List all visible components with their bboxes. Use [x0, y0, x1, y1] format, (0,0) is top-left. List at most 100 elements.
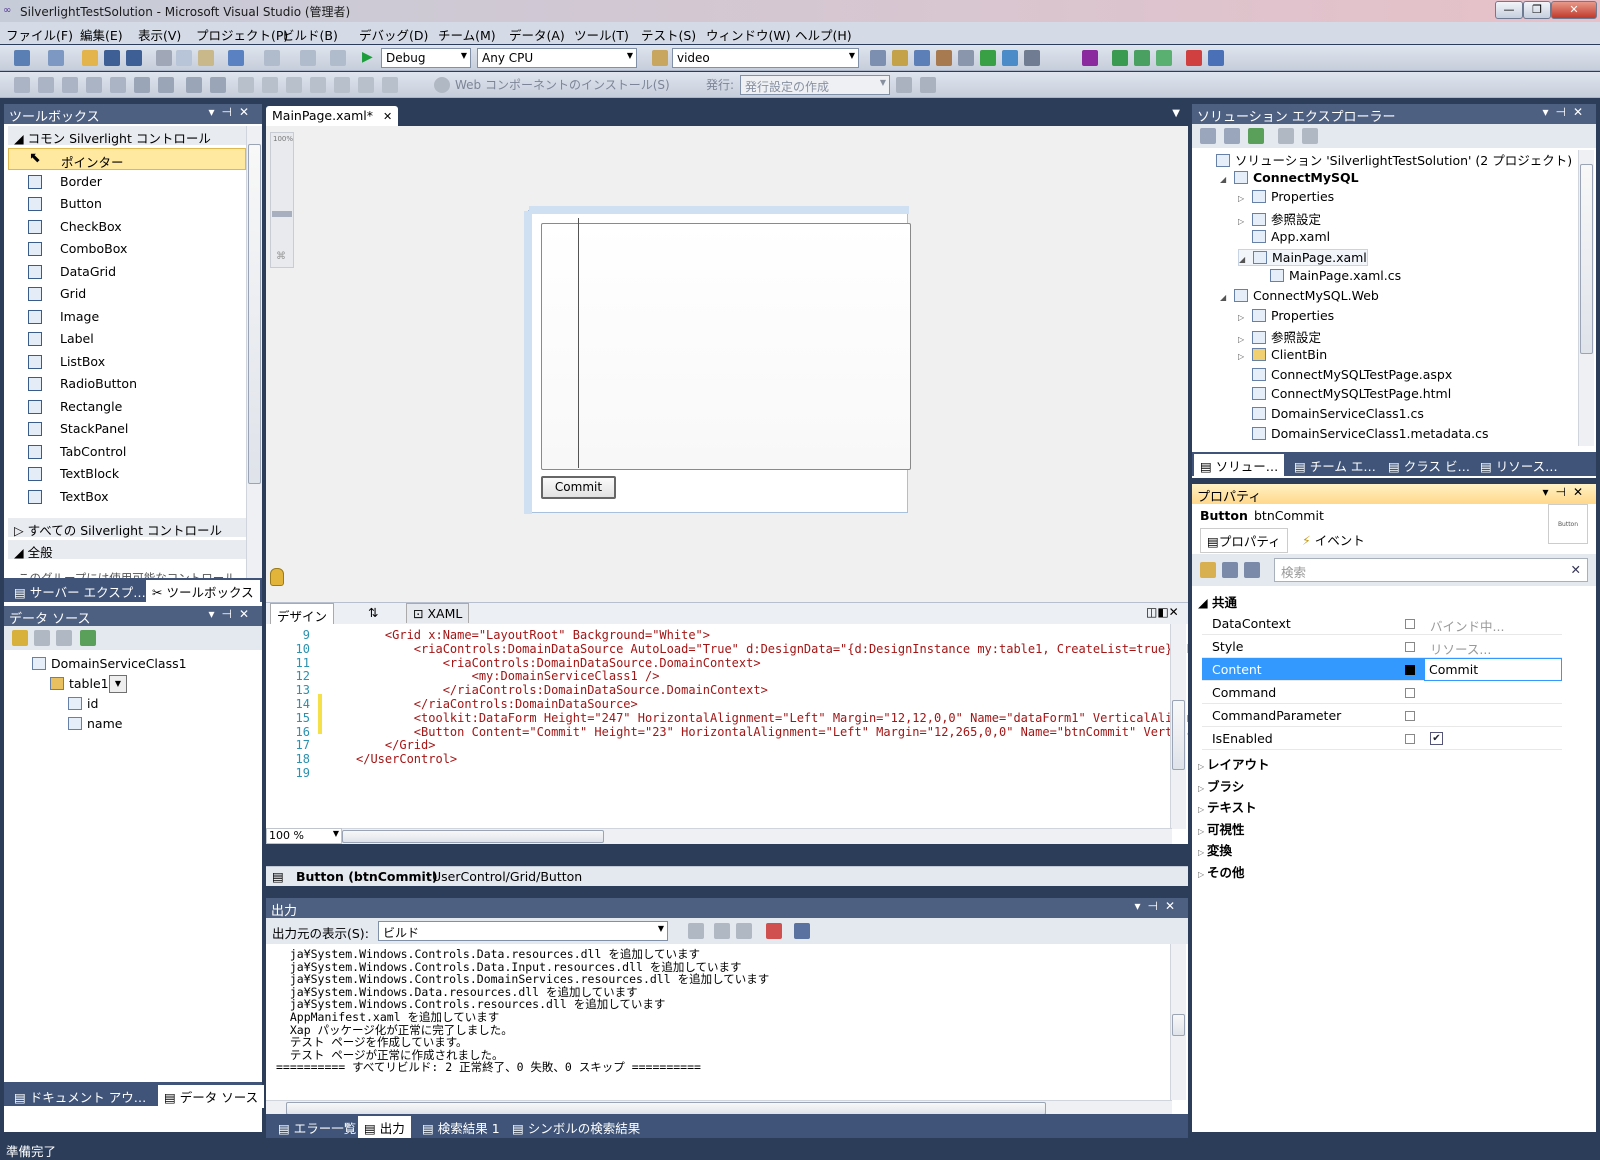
code-line[interactable]: 19 — [266, 766, 356, 780]
publish-icon[interactable] — [896, 77, 912, 93]
breadcrumb-path[interactable]: UserControl/Grid/Button — [432, 869, 582, 884]
solution-bottom-tab[interactable]: ▤ リソース… — [1474, 454, 1564, 477]
align-center-icon[interactable] — [38, 77, 54, 93]
tab-properties[interactable]: ▤プロパティ — [1200, 528, 1288, 553]
solution-tree-node[interactable]: ▷ 参照設定 — [1238, 209, 1321, 228]
solution-scrollbar[interactable] — [1578, 150, 1594, 446]
toolbox-item[interactable]: CheckBox — [8, 216, 246, 238]
code-line[interactable]: 10 <riaControls:DomainDataSource AutoLoa… — [266, 642, 1188, 656]
build-all-icon[interactable] — [1156, 50, 1172, 66]
font-size-icon[interactable] — [86, 77, 102, 93]
comment-icon[interactable] — [238, 77, 254, 93]
property-category[interactable]: ▷ テキスト — [1198, 797, 1257, 816]
toolbox-item[interactable]: TextBox — [8, 486, 246, 508]
dotfuscator-icon[interactable] — [1082, 50, 1098, 66]
output-tab[interactable]: ▤ エラー一覧 — [272, 1116, 362, 1139]
menu-item[interactable]: ヘルプ(H) — [795, 25, 852, 44]
output-tab[interactable]: ▤ シンボルの検索結果 — [506, 1116, 646, 1139]
new-project-icon[interactable] — [14, 50, 30, 66]
expander-icon[interactable]: ▷ — [1238, 194, 1252, 203]
configure-icon[interactable] — [56, 630, 72, 646]
start-page-icon[interactable] — [980, 50, 996, 66]
solution-tree-node[interactable]: ◢ ConnectMySQL — [1220, 170, 1359, 185]
code-line[interactable]: 11 <riaControls:DomainDataSource.DomainC… — [266, 656, 761, 670]
property-row[interactable]: IsEnabled ✔ — [1202, 727, 1562, 750]
solution-bottom-tab[interactable]: ▤ クラス ビ… — [1382, 454, 1476, 477]
properties-window-icon[interactable] — [892, 50, 908, 66]
command-window-icon[interactable] — [1024, 50, 1040, 66]
close-button[interactable]: ✕ — [1551, 1, 1597, 19]
cut-icon[interactable] — [156, 50, 172, 66]
dataform-control[interactable] — [541, 218, 911, 470]
advanced-property-icon[interactable] — [1405, 619, 1415, 629]
property-marker-icon[interactable] — [1405, 665, 1415, 675]
advanced-property-icon[interactable] — [1405, 688, 1415, 698]
menu-item[interactable]: デバッグ(D) — [359, 25, 428, 44]
user-control-artboard[interactable]: Commit — [524, 206, 911, 514]
property-row[interactable]: Style リソース... — [1202, 635, 1562, 658]
find-message-icon[interactable] — [688, 923, 704, 939]
solution-tree-node[interactable]: ▷ Properties — [1238, 189, 1334, 204]
clear-all-icon[interactable] — [766, 923, 782, 939]
edit-dataset-icon[interactable] — [34, 630, 50, 646]
config-combo[interactable]: Debug ▼ — [381, 48, 471, 68]
xaml-code-pane[interactable]: 9 <Grid x:Name="LayoutRoot" Background="… — [266, 624, 1188, 844]
zoom-combo[interactable]: 100 % ▼ — [266, 828, 342, 844]
prev-message-icon[interactable] — [714, 923, 730, 939]
add-item-icon[interactable] — [48, 50, 64, 66]
tree-node-field[interactable]: name — [68, 716, 122, 731]
menu-item[interactable]: ツール(T) — [574, 25, 629, 44]
solution-tree-node[interactable]: MainPage.xaml.cs — [1256, 268, 1401, 283]
refresh-icon[interactable] — [1248, 128, 1264, 144]
bookmark-next-icon[interactable] — [310, 77, 326, 93]
tab-server-explorer[interactable]: ▤ サーバー エクスプ… — [8, 580, 152, 603]
outdent-icon[interactable] — [134, 77, 150, 93]
output-source-combo[interactable]: ビルド ▼ — [378, 921, 668, 941]
property-value[interactable]: バインド中... — [1430, 616, 1504, 635]
zoom-handle[interactable] — [272, 211, 292, 217]
tab-xaml-view[interactable]: ⊡ XAML — [406, 603, 470, 623]
bookmark-folder-icon[interactable] — [358, 77, 374, 93]
menu-item[interactable]: ファイル(F) — [6, 25, 73, 44]
align-left-icon[interactable] — [14, 77, 30, 93]
bookmark-prev-icon[interactable] — [286, 77, 302, 93]
output-tab[interactable]: ▤ 出力 — [358, 1116, 411, 1139]
tab-data-sources[interactable]: ▤ データ ソース — [158, 1085, 265, 1108]
scroll-thumb[interactable] — [1172, 700, 1185, 770]
property-category[interactable]: ▷ ブラシ — [1198, 776, 1244, 795]
refresh-icon[interactable] — [80, 630, 96, 646]
code-line[interactable]: 14 </riaControls:DomainDataSource> — [266, 697, 638, 711]
tree-node-table[interactable]: table1 — [50, 676, 109, 691]
tab-mainpage-xaml[interactable]: MainPage.xaml* ✕ — [266, 106, 399, 126]
advanced-property-icon[interactable] — [1405, 711, 1415, 721]
toolbox-item[interactable]: ⬉ ポインター — [8, 148, 246, 170]
code-line[interactable]: 13 </riaControls:DomainDataSource.Domain… — [266, 683, 768, 697]
paste-icon[interactable] — [198, 50, 214, 66]
word-wrap-icon[interactable] — [794, 923, 810, 939]
panel-controls[interactable]: ▾⊣✕ — [208, 105, 256, 119]
clear-search-icon[interactable]: ✕ — [1571, 562, 1581, 577]
show-all-files-icon[interactable] — [1224, 128, 1240, 144]
menu-item[interactable]: プロジェクト(P) — [196, 25, 288, 44]
maximize-button[interactable]: ❐ — [1523, 1, 1551, 19]
align-icon[interactable] — [1208, 50, 1224, 66]
navigate-back-icon[interactable] — [300, 50, 316, 66]
code-line[interactable]: 17 </Grid> — [266, 738, 436, 752]
toolbox-item[interactable]: Label — [8, 328, 246, 350]
code-line[interactable]: 12 <my:DomainServiceClass1 /> — [266, 669, 660, 683]
next-message-icon[interactable] — [736, 923, 752, 939]
open-icon[interactable] — [82, 50, 98, 66]
expander-icon[interactable]: ◢ — [1239, 255, 1253, 264]
save-all-icon[interactable] — [126, 50, 142, 66]
toolbox-item[interactable]: Image — [8, 306, 246, 328]
toolbox-group-all[interactable]: ▷ すべての Silverlight コントロール — [8, 518, 246, 538]
minimize-button[interactable]: — — [1495, 1, 1523, 19]
property-row[interactable]: DataContext バインド中... — [1202, 612, 1562, 635]
toolbox-item[interactable]: Grid — [8, 283, 246, 305]
indent-icon[interactable] — [1186, 50, 1202, 66]
toolbox-item[interactable]: Rectangle — [8, 396, 246, 418]
solution-bottom-tab[interactable]: ▤ ソリュー… — [1194, 454, 1285, 477]
panel-controls[interactable]: ▾⊣✕ — [208, 607, 256, 621]
build-icon[interactable] — [1112, 50, 1128, 66]
number-list-icon[interactable] — [210, 77, 226, 93]
